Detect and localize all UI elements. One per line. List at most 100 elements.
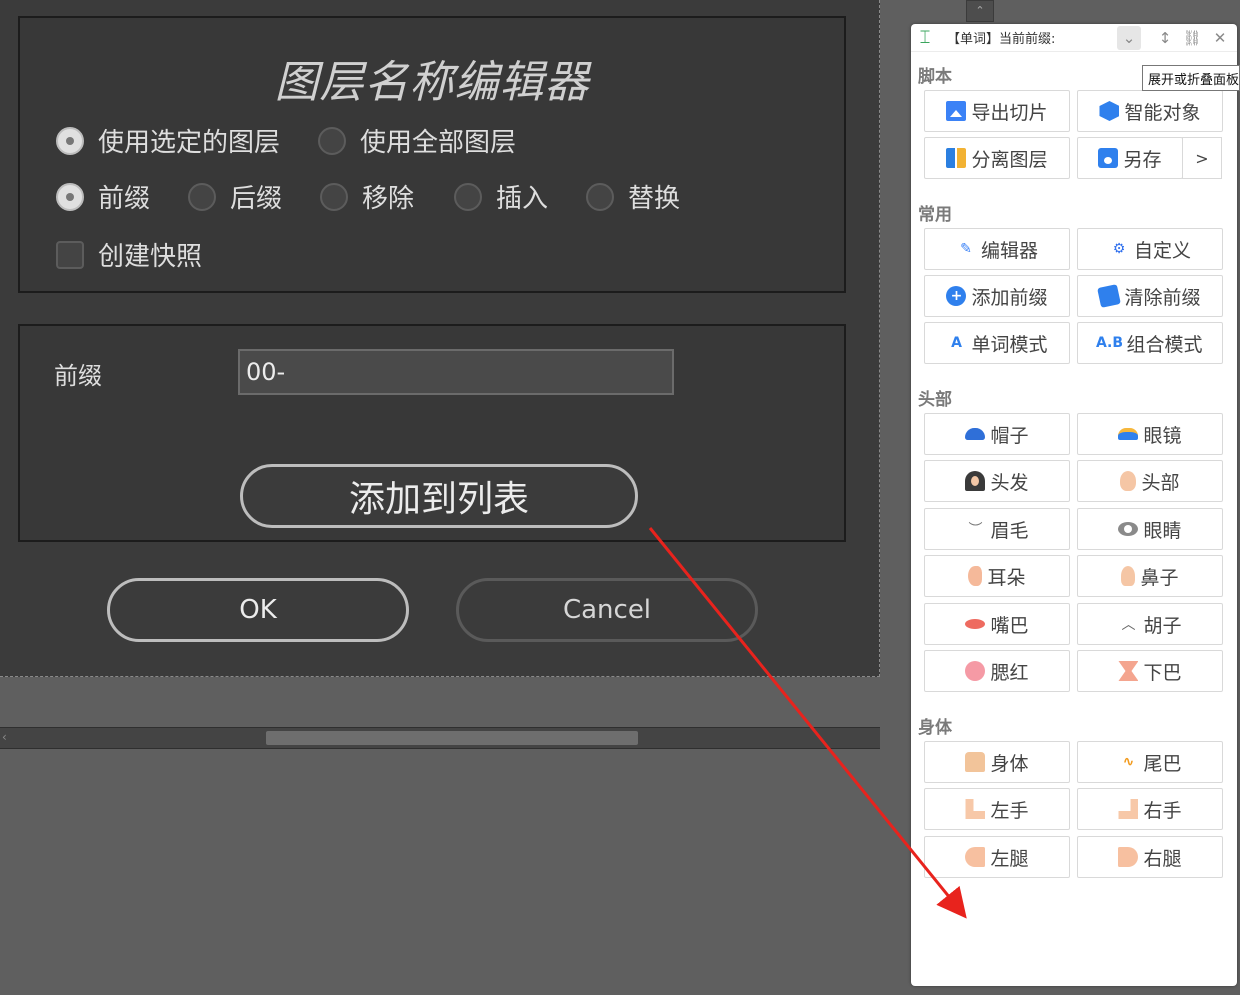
- glasses-button[interactable]: 眼镜: [1077, 413, 1223, 455]
- combo-mode-button[interactable]: A.B 组合模式: [1077, 322, 1223, 364]
- close-icon[interactable]: ✕: [1208, 26, 1232, 50]
- prefix-input[interactable]: [238, 349, 674, 395]
- button-label: 头部: [1141, 471, 1180, 494]
- more-scripts-button[interactable]: >: [1182, 137, 1222, 179]
- layer-name-side-panel: ⌶ 【单词】当前前缀: ⌄ ↕ ⛓ ✕ 脚本 导出切片 智能对象 分离图层 另存…: [911, 24, 1237, 986]
- head-button[interactable]: 头部: [1077, 460, 1223, 502]
- save-as-button[interactable]: 另存: [1077, 137, 1183, 179]
- mouth-button[interactable]: 嘴巴: [924, 603, 1070, 645]
- button-label: 头发: [990, 471, 1029, 494]
- button-label: 鼻子: [1140, 566, 1179, 589]
- right-leg-button[interactable]: 右腿: [1077, 836, 1223, 878]
- button-label: 尾巴: [1143, 752, 1182, 775]
- scroll-up-arrow-icon[interactable]: ⌃: [966, 0, 994, 22]
- expand-collapse-tooltip: 展开或折叠面板: [1142, 65, 1240, 91]
- eye-button[interactable]: 眼睛: [1077, 508, 1223, 550]
- hair-button[interactable]: 头发: [924, 460, 1070, 502]
- ear-button[interactable]: 耳朵: [924, 555, 1070, 597]
- checkbox-icon: [56, 240, 84, 269]
- radio-unselected-icon: [188, 182, 216, 211]
- add-prefix-button[interactable]: + 添加前缀: [924, 275, 1070, 317]
- glasses-icon: [1118, 428, 1139, 440]
- smart-object-button[interactable]: 智能对象: [1077, 90, 1223, 132]
- options-panel: 图层名称编辑器 使用选定的图层 使用全部图层 前缀 后缀 移除 插入 替换 创建…: [18, 16, 846, 293]
- editor-button[interactable]: ✎ 编辑器: [924, 228, 1070, 270]
- section-title-head: 头部: [918, 390, 952, 410]
- scroll-left-arrow-icon[interactable]: ‹: [2, 730, 7, 744]
- radio-mode-prefix[interactable]: 前缀: [56, 178, 150, 215]
- chin-button[interactable]: 下巴: [1077, 650, 1223, 692]
- dialog-title: 图层名称编辑器: [274, 57, 590, 108]
- cube-icon: [1099, 101, 1120, 121]
- left-arm-icon: [965, 799, 986, 819]
- right-arm-icon: [1118, 799, 1139, 819]
- radio-mode-remove[interactable]: 移除: [320, 178, 414, 215]
- button-label: 眼镜: [1143, 424, 1182, 447]
- radio-label: 替换: [628, 184, 681, 214]
- scrollbar-thumb[interactable]: [266, 731, 638, 745]
- tail-icon: ∿: [1122, 754, 1135, 770]
- radio-label: 前缀: [98, 184, 151, 214]
- prefix-panel: 前缀 添加到列表: [18, 324, 846, 542]
- ear-icon: [968, 566, 983, 586]
- button-label: 耳朵: [987, 566, 1026, 589]
- radio-unselected-icon: [320, 182, 348, 211]
- button-label: 胡子: [1143, 614, 1182, 637]
- nose-icon: [1121, 566, 1136, 586]
- right-arm-button[interactable]: 右手: [1077, 788, 1223, 830]
- radio-unselected-icon: [318, 126, 346, 155]
- left-leg-button[interactable]: 左腿: [924, 836, 1070, 878]
- split-layers-button[interactable]: 分离图层: [924, 137, 1070, 179]
- customize-button[interactable]: ⚙ 自定义: [1077, 228, 1223, 270]
- link-icon[interactable]: ⛓: [1180, 26, 1204, 50]
- button-label: 腮红: [990, 661, 1029, 684]
- button-label: 左腿: [990, 847, 1029, 870]
- body-button[interactable]: 身体: [924, 741, 1070, 783]
- nose-button[interactable]: 鼻子: [1077, 555, 1223, 597]
- radio-selected-icon: [56, 182, 84, 211]
- tail-button[interactable]: ∿ 尾巴: [1077, 741, 1223, 783]
- button-label: 帽子: [990, 424, 1029, 447]
- button-label: 分离图层: [971, 148, 1048, 171]
- radio-unselected-icon: [586, 182, 614, 211]
- horizontal-scrollbar[interactable]: ‹: [0, 727, 880, 749]
- collapse-toggle-chevron-icon[interactable]: ⌄: [1117, 26, 1141, 50]
- button-label: 身体: [990, 752, 1029, 775]
- word-mode-button[interactable]: A 单词模式: [924, 322, 1070, 364]
- radio-use-selected-layers[interactable]: 使用选定的图层: [56, 122, 280, 159]
- resize-vertical-icon[interactable]: ↕: [1153, 26, 1177, 50]
- pencil-icon: ✎: [960, 241, 972, 257]
- button-label: 眼睛: [1143, 519, 1182, 542]
- blush-button[interactable]: 腮红: [924, 650, 1070, 692]
- split-icon: [946, 148, 967, 168]
- letter-a-icon: A: [951, 335, 962, 351]
- button-label: 添加前缀: [971, 286, 1048, 309]
- button-label: 单词模式: [971, 333, 1048, 356]
- add-to-list-button[interactable]: 添加到列表: [240, 464, 638, 528]
- radio-label: 使用选定的图层: [98, 128, 281, 158]
- button-label: 眉毛: [990, 519, 1029, 542]
- create-snapshot-checkbox[interactable]: 创建快照: [56, 236, 202, 273]
- radio-selected-icon: [56, 126, 84, 155]
- ok-button[interactable]: OK: [107, 578, 409, 642]
- button-label: 组合模式: [1126, 333, 1203, 356]
- right-leg-icon: [1118, 847, 1139, 867]
- left-arm-button[interactable]: 左手: [924, 788, 1070, 830]
- head-icon: [1120, 471, 1137, 491]
- radio-use-all-layers[interactable]: 使用全部图层: [318, 122, 516, 159]
- hat-button[interactable]: 帽子: [924, 413, 1070, 455]
- checkbox-label: 创建快照: [98, 242, 203, 272]
- clear-prefix-button[interactable]: 清除前缀: [1077, 275, 1223, 317]
- radio-mode-replace[interactable]: 替换: [586, 178, 680, 215]
- lips-icon: [965, 619, 986, 629]
- mustache-button[interactable]: ︿ 胡子: [1077, 603, 1223, 645]
- button-label: 导出切片: [971, 101, 1048, 124]
- radio-mode-insert[interactable]: 插入: [454, 178, 548, 215]
- cap-icon: [965, 428, 986, 440]
- section-title-body: 身体: [918, 718, 952, 738]
- cancel-button[interactable]: Cancel: [456, 578, 758, 642]
- section-title-script: 脚本: [918, 67, 952, 87]
- export-slices-button[interactable]: 导出切片: [924, 90, 1070, 132]
- eyebrow-button[interactable]: ︶ 眉毛: [924, 508, 1070, 550]
- radio-mode-suffix[interactable]: 后缀: [188, 178, 282, 215]
